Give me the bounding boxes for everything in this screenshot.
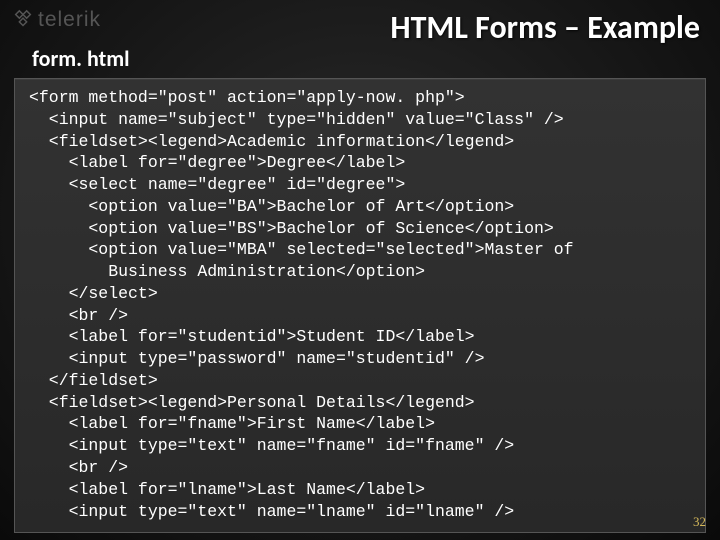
page-number: 32 (693, 514, 706, 530)
brand-text: telerik (38, 8, 101, 32)
brand-logo: telerik (12, 8, 101, 32)
slide-title: HTML Forms – Example (390, 8, 700, 47)
code-example-box: <form method="post" action="apply-now. p… (14, 78, 706, 533)
telerik-icon (12, 9, 34, 31)
slide-header: telerik HTML Forms – Example (0, 0, 720, 47)
code-content: <form method="post" action="apply-now. p… (29, 87, 691, 522)
filename-label: form. html (32, 45, 720, 72)
